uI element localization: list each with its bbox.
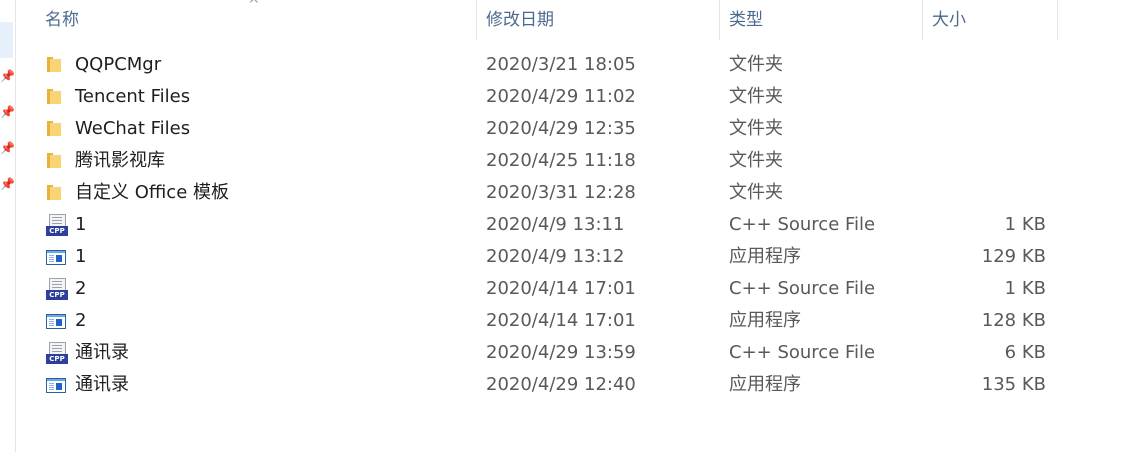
column-header-name[interactable]: 名称 (45, 10, 79, 30)
file-type: 文件夹 (729, 54, 783, 75)
file-type: 应用程序 (729, 310, 801, 331)
column-header-type[interactable]: 类型 (729, 10, 763, 30)
file-name: 1 (75, 214, 87, 235)
modified-date: 2020/4/29 11:02 (486, 86, 636, 107)
folder-icon (46, 89, 62, 104)
file-type: 文件夹 (729, 118, 783, 139)
sort-ascending-indicator: ^ (248, 0, 260, 13)
file-name: 自定义 Office 模板 (75, 182, 229, 203)
folder-icon (46, 57, 62, 72)
exe-file-icon (46, 378, 66, 393)
modified-date: 2020/4/25 11:18 (486, 150, 636, 171)
file-row[interactable]: 腾讯影视库 2020/4/25 11:18 文件夹 (0, 145, 1143, 177)
file-name: 1 (75, 246, 87, 267)
file-size: 1 KB (1004, 278, 1046, 299)
modified-date: 2020/4/29 12:40 (486, 374, 636, 395)
file-row[interactable]: WeChat Files 2020/4/29 12:35 文件夹 (0, 113, 1143, 145)
exe-file-icon (46, 250, 66, 265)
modified-date: 2020/4/14 17:01 (486, 278, 636, 299)
file-row[interactable]: Tencent Files 2020/4/29 11:02 文件夹 (0, 81, 1143, 113)
file-name: 2 (75, 310, 87, 331)
modified-date: 2020/3/31 12:28 (486, 182, 636, 203)
file-name: 通讯录 (75, 342, 129, 363)
column-header-size[interactable]: 大小 (932, 10, 966, 30)
file-name: 通讯录 (75, 374, 129, 395)
file-name: QQPCMgr (75, 54, 162, 75)
file-name: 腾讯影视库 (75, 150, 165, 171)
file-type: 应用程序 (729, 246, 801, 267)
exe-file-icon (46, 314, 66, 329)
file-size: 129 KB (981, 246, 1046, 267)
cpp-file-icon: CPP (46, 214, 68, 236)
modified-date: 2020/4/9 13:12 (486, 246, 625, 267)
file-row[interactable]: 1 2020/4/9 13:12 应用程序 129 KB (0, 241, 1143, 273)
cpp-file-icon: CPP (46, 342, 68, 364)
modified-date: 2020/4/9 13:11 (486, 214, 625, 235)
folder-icon (46, 153, 62, 168)
folder-icon (46, 185, 62, 200)
file-name: WeChat Files (75, 118, 191, 139)
file-row[interactable]: QQPCMgr 2020/3/21 18:05 文件夹 (0, 49, 1143, 81)
modified-date: 2020/4/29 13:59 (486, 342, 636, 363)
file-size: 6 KB (1004, 342, 1046, 363)
column-divider[interactable] (922, 0, 923, 40)
file-type: 应用程序 (729, 374, 801, 395)
file-row[interactable]: 自定义 Office 模板 2020/3/31 12:28 文件夹 (0, 177, 1143, 209)
file-name: Tencent Files (75, 86, 191, 107)
file-size: 135 KB (981, 374, 1046, 395)
column-divider[interactable] (1057, 0, 1058, 40)
column-divider[interactable] (719, 0, 720, 40)
file-size: 128 KB (981, 310, 1046, 331)
file-row[interactable]: 2 2020/4/14 17:01 应用程序 128 KB (0, 305, 1143, 337)
column-header-date[interactable]: 修改日期 (486, 10, 554, 30)
folder-icon (46, 121, 62, 136)
column-divider[interactable] (476, 0, 477, 40)
file-type: 文件夹 (729, 182, 783, 203)
file-type: 文件夹 (729, 150, 783, 171)
file-row[interactable]: 通讯录 2020/4/29 12:40 应用程序 135 KB (0, 369, 1143, 401)
file-row[interactable]: CPP 2 2020/4/14 17:01 C++ Source File 1 KB (0, 273, 1143, 305)
modified-date: 2020/4/14 17:01 (486, 310, 636, 331)
file-name: 2 (75, 278, 87, 299)
file-type: 文件夹 (729, 86, 783, 107)
modified-date: 2020/3/21 18:05 (486, 54, 636, 75)
modified-date: 2020/4/29 12:35 (486, 118, 636, 139)
file-row[interactable]: CPP 通讯录 2020/4/29 13:59 C++ Source File 6 KB (0, 337, 1143, 369)
cpp-file-icon: CPP (46, 278, 68, 300)
file-size: 1 KB (1004, 214, 1046, 235)
file-row[interactable]: CPP 1 2020/4/9 13:11 C++ Source File 1 KB (0, 209, 1143, 241)
